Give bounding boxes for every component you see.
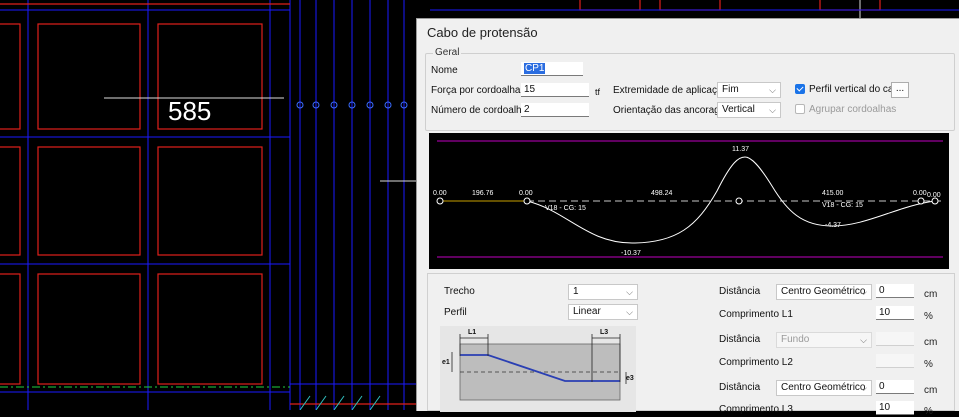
chevron-down-icon: ⌵ [860, 383, 867, 393]
agrupar-checkbox[interactable] [795, 104, 805, 114]
diagram-e1-label: e1 [442, 359, 450, 366]
diagram-l1-label: L1 [468, 329, 476, 336]
perfil-select[interactable]: Linear ⌵ [568, 304, 638, 320]
trecho-label: Trecho [444, 286, 475, 297]
profile-label: -10.37 [621, 250, 641, 257]
agrupar-label: Agrupar cordoalhas [809, 104, 897, 115]
profile-node [917, 197, 925, 205]
comprimento3-unit: % [924, 406, 933, 417]
forca-label: Força por cordoalha [431, 85, 521, 96]
distancia3-field[interactable]: 0 [876, 380, 914, 394]
cable-dialog: Cabo de protensão Geral Nome CP1 Força p… [416, 18, 959, 417]
numero-label: Número de cordoalhas [431, 105, 533, 116]
perfil-vertical-checkbox[interactable] [795, 84, 805, 94]
trecho-select[interactable]: 1 ⌵ [568, 284, 638, 300]
comprimento2-label: Comprimento L2 [719, 357, 793, 368]
profile-label: 0.00 [519, 190, 533, 197]
comprimento1-unit: % [924, 311, 933, 322]
distancia2-field[interactable] [876, 332, 914, 346]
distancia1-field[interactable]: 0 [876, 284, 914, 298]
nome-field[interactable]: CP1 [521, 62, 583, 76]
forca-unit: tf [595, 87, 601, 97]
comprimento2-field[interactable] [876, 354, 914, 368]
profile-label: 415.00 [822, 190, 844, 197]
profile-type-diagram: L1 L3 e1 e3 [440, 326, 636, 412]
profile-label: 0.00 [433, 190, 447, 197]
cable-profile-view: 0.00 196.76 0.00 498.24 11.37 415.00 0.0… [427, 131, 955, 273]
distancia1-unit: cm [924, 289, 938, 300]
distancia1-label: Distância [719, 286, 761, 297]
diagram-e3-label: e3 [626, 375, 634, 382]
chevron-down-icon: ⌵ [860, 287, 867, 297]
perfil-label: Perfil [444, 307, 467, 318]
profile-node [735, 197, 743, 205]
profile-label: 11.37 [732, 146, 749, 153]
segment-panel: Trecho 1 ⌵ Perfil Linear ⌵ L1 L3 e1 e3 D… [427, 273, 955, 417]
distancia3-unit: cm [924, 385, 938, 396]
distancia3-label: Distância [719, 382, 761, 393]
comprimento1-field[interactable]: 10 [876, 306, 914, 320]
perfil-vertical-button[interactable]: ... [891, 82, 909, 98]
general-group-label: Geral [433, 47, 462, 58]
forca-field[interactable]: 15 [521, 83, 589, 97]
extremidade-label: Extremidade de aplicação [613, 85, 729, 96]
chevron-down-icon: ⌵ [769, 85, 776, 95]
profile-label: 0.00 [913, 190, 927, 197]
profile-label: 498.24 [651, 190, 673, 197]
distancia2-select[interactable]: Fundo ⌵ [776, 332, 872, 348]
distancia3-select[interactable]: Centro Geométrico ⌵ [776, 380, 872, 396]
diagram-l3-label: L3 [600, 329, 608, 336]
profile-label: 196.76 [472, 190, 494, 197]
distancia1-select[interactable]: Centro Geométrico ⌵ [776, 284, 872, 300]
orientacao-select[interactable]: Vertical ⌵ [717, 102, 781, 118]
extremidade-select[interactable]: Fim ⌵ [717, 82, 781, 98]
profile-node [436, 197, 444, 205]
distancia2-label: Distância [719, 334, 761, 345]
profile-member-label: V18 - CG: 15 [545, 205, 586, 212]
chevron-down-icon: ⌵ [769, 105, 776, 115]
cad-dimension-label: 585 [168, 96, 212, 126]
profile-member-label: V18 - CG: 15 [822, 202, 863, 209]
profile-node [523, 197, 531, 205]
chevron-down-icon: ⌵ [626, 307, 633, 317]
profile-label: -4.37 [825, 222, 841, 229]
cable-profile-svg: 0.00 196.76 0.00 498.24 11.37 415.00 0.0… [429, 133, 949, 269]
comprimento1-label: Comprimento L1 [719, 309, 793, 320]
comprimento2-unit: % [924, 359, 933, 370]
dialog-title: Cabo de protensão [427, 25, 538, 40]
numero-field[interactable]: 2 [521, 103, 589, 117]
distancia2-unit: cm [924, 337, 938, 348]
chevron-down-icon: ⌵ [860, 335, 867, 345]
profile-label: 0.00 [927, 192, 941, 199]
comprimento3-field[interactable]: 10 [876, 401, 914, 415]
chevron-down-icon: ⌵ [626, 287, 633, 297]
nome-label: Nome [431, 65, 458, 76]
